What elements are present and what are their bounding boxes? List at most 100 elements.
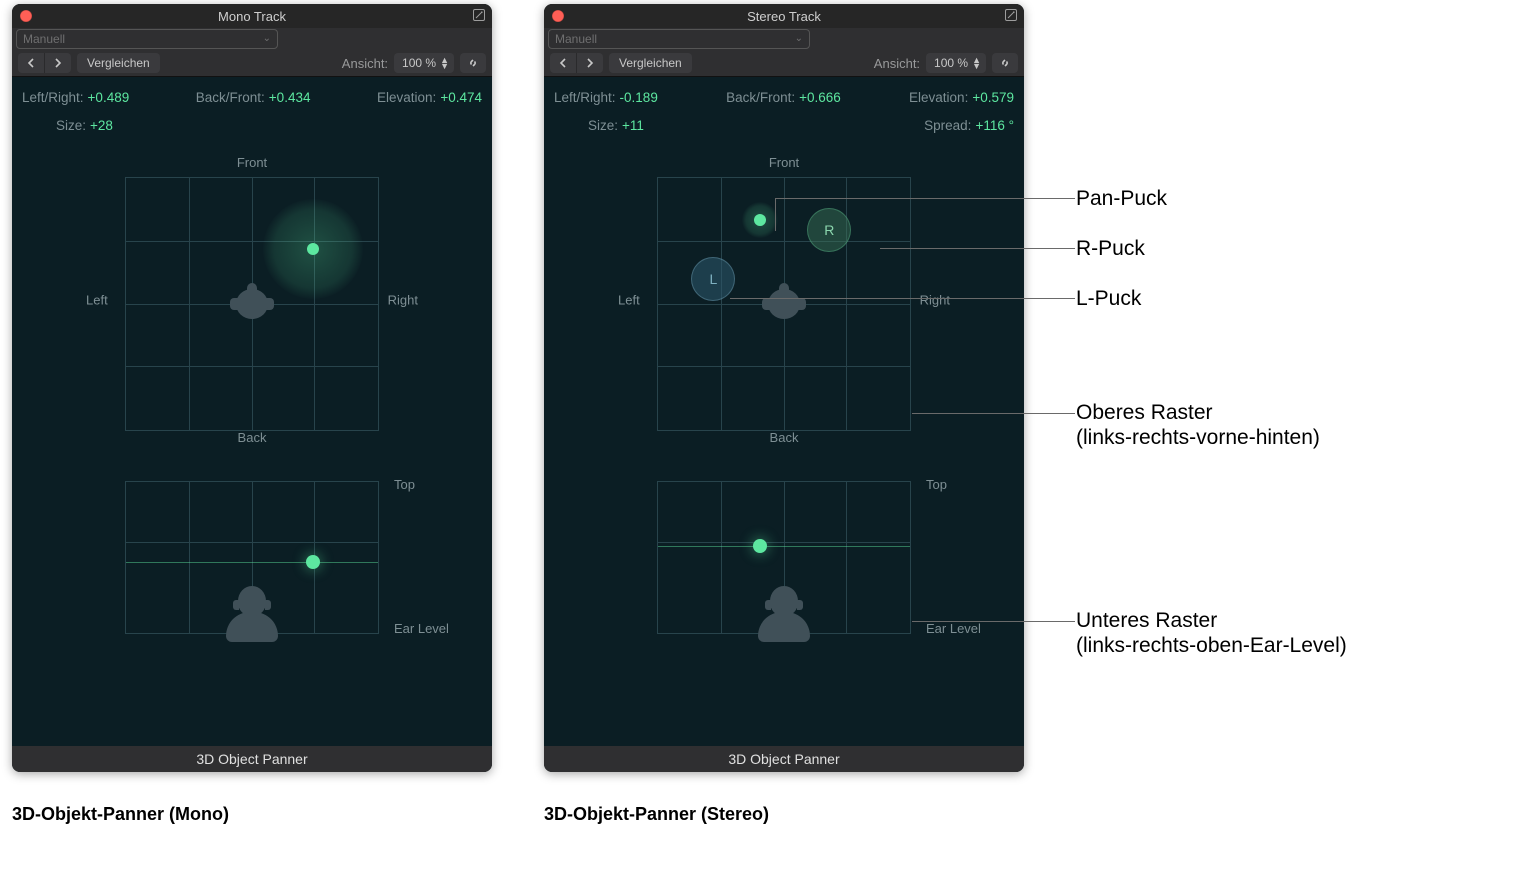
label-top: Top	[926, 477, 947, 492]
expand-icon[interactable]	[1004, 8, 1018, 22]
callout-pan: Pan-Puck	[1076, 186, 1167, 211]
plugin-name: 3D Object Panner	[544, 746, 1024, 772]
view-label: Ansicht:	[874, 56, 920, 71]
readout-el[interactable]: Elevation: +0.474	[377, 90, 482, 105]
next-button[interactable]	[577, 53, 603, 73]
upper-grid[interactable]: L R	[657, 177, 911, 431]
elevation-line	[658, 546, 910, 547]
bf-label: Back/Front:	[196, 90, 265, 105]
readout-lr[interactable]: Left/Right: -0.189	[554, 90, 658, 105]
l-puck[interactable]: L	[691, 257, 735, 301]
el-value: +0.579	[972, 90, 1014, 105]
el-label: Elevation:	[909, 90, 968, 105]
callout-l: L-Puck	[1076, 286, 1141, 311]
pan-puck[interactable]	[754, 214, 766, 226]
link-button[interactable]	[992, 53, 1018, 73]
close-icon[interactable]	[20, 10, 32, 22]
nav-seg	[550, 53, 603, 73]
label-left: Left	[86, 293, 108, 308]
size-value: +28	[90, 118, 113, 133]
callout-upper: Oberes Raster(links-rechts-vorne-hinten)	[1076, 400, 1320, 450]
window-title: Stereo Track	[544, 9, 1024, 24]
upper-grid-wrap: Front Back Left Right	[12, 155, 492, 445]
lower-grid[interactable]	[125, 481, 379, 634]
zoom-select[interactable]: 100 % ▲▼	[926, 53, 986, 73]
bf-value: +0.666	[799, 90, 841, 105]
compare-button[interactable]: Vergleichen	[77, 53, 160, 73]
callout-r: R-Puck	[1076, 236, 1145, 261]
caption-mono: 3D-Objekt-Panner (Mono)	[12, 804, 229, 825]
elevation-puck[interactable]	[753, 539, 767, 553]
bf-value: +0.434	[269, 90, 311, 105]
window-title: Mono Track	[12, 9, 492, 24]
spread-label: Spread:	[924, 118, 971, 133]
lower-grid-wrap: Top Ear Level	[544, 481, 1024, 681]
label-back: Back	[238, 430, 267, 445]
elevation-puck[interactable]	[306, 555, 320, 569]
size-value: +11	[622, 118, 644, 133]
bf-label: Back/Front:	[726, 90, 795, 105]
prev-button[interactable]	[18, 53, 45, 73]
prev-button[interactable]	[550, 53, 577, 73]
label-left: Left	[618, 293, 640, 308]
readout-lr[interactable]: Left/Right: +0.489	[22, 90, 129, 105]
lower-grid[interactable]	[657, 481, 911, 634]
titlebar: Stereo Track	[544, 4, 1024, 28]
readout-spread[interactable]: Spread: +116 °	[924, 118, 1014, 133]
listener-head-back-icon	[235, 586, 269, 640]
listener-head-back-icon	[767, 586, 801, 640]
label-front: Front	[237, 155, 267, 170]
elevation-line	[126, 562, 378, 563]
pan-puck[interactable]	[307, 243, 319, 255]
zoom-value: 100 %	[402, 56, 436, 70]
stepper-icon: ▲▼	[440, 57, 448, 69]
lr-value: +0.489	[88, 90, 130, 105]
lr-label: Left/Right:	[554, 90, 616, 105]
next-button[interactable]	[45, 53, 71, 73]
readout-bf[interactable]: Back/Front: +0.666	[726, 90, 841, 105]
close-icon[interactable]	[552, 10, 564, 22]
nav-seg	[18, 53, 71, 73]
readout-el[interactable]: Elevation: +0.579	[909, 90, 1014, 105]
toolbar: Vergleichen Ansicht: 100 % ▲▼	[544, 50, 1024, 77]
lower-grid-wrap: Top Ear Level	[12, 481, 492, 681]
callout-line-lower	[912, 621, 1075, 622]
callout-line-l	[730, 298, 1075, 299]
callout-lower: Unteres Raster(links-rechts-oben-Ear-Lev…	[1076, 608, 1347, 658]
el-value: +0.474	[440, 90, 482, 105]
r-puck[interactable]: R	[807, 208, 851, 252]
readouts: Left/Right: +0.489 Back/Front: +0.434 El…	[12, 77, 492, 139]
preset-select[interactable]: Manuell ⌄	[548, 29, 810, 49]
readout-size[interactable]: Size: +28	[22, 118, 113, 133]
stepper-icon: ▲▼	[972, 57, 980, 69]
label-ear: Ear Level	[394, 621, 449, 636]
label-front: Front	[769, 155, 799, 170]
readouts: Left/Right: -0.189 Back/Front: +0.666 El…	[544, 77, 1024, 139]
preset-select[interactable]: Manuell ⌄	[16, 29, 278, 49]
chevron-down-icon: ⌄	[263, 34, 271, 44]
zoom-value: 100 %	[934, 56, 968, 70]
titlebar: Mono Track	[12, 4, 492, 28]
zoom-select[interactable]: 100 % ▲▼	[394, 53, 454, 73]
listener-head-icon	[230, 286, 274, 322]
panel-mono: Mono Track Manuell ⌄ Vergleichen Ansicht…	[12, 4, 492, 772]
callout-line-pan-v	[775, 198, 776, 231]
readout-size[interactable]: Size: +11	[554, 118, 644, 133]
panel-stereo: Stereo Track Manuell ⌄ Vergleichen Ansic…	[544, 4, 1024, 772]
expand-icon[interactable]	[472, 8, 486, 22]
size-label: Size:	[588, 118, 618, 133]
spread-value: +116 °	[975, 118, 1014, 133]
listener-head-icon	[762, 286, 806, 322]
readout-bf[interactable]: Back/Front: +0.434	[196, 90, 311, 105]
stage: Mono Track Manuell ⌄ Vergleichen Ansicht…	[0, 0, 1524, 888]
preset-value: Manuell	[23, 32, 65, 46]
compare-button[interactable]: Vergleichen	[609, 53, 692, 73]
preset-value: Manuell	[555, 32, 597, 46]
link-button[interactable]	[460, 53, 486, 73]
el-label: Elevation:	[377, 90, 436, 105]
label-back: Back	[770, 430, 799, 445]
upper-grid[interactable]	[125, 177, 379, 431]
plugin-name: 3D Object Panner	[12, 746, 492, 772]
label-right: Right	[388, 293, 418, 308]
preset-bar: Manuell ⌄	[544, 28, 1024, 50]
